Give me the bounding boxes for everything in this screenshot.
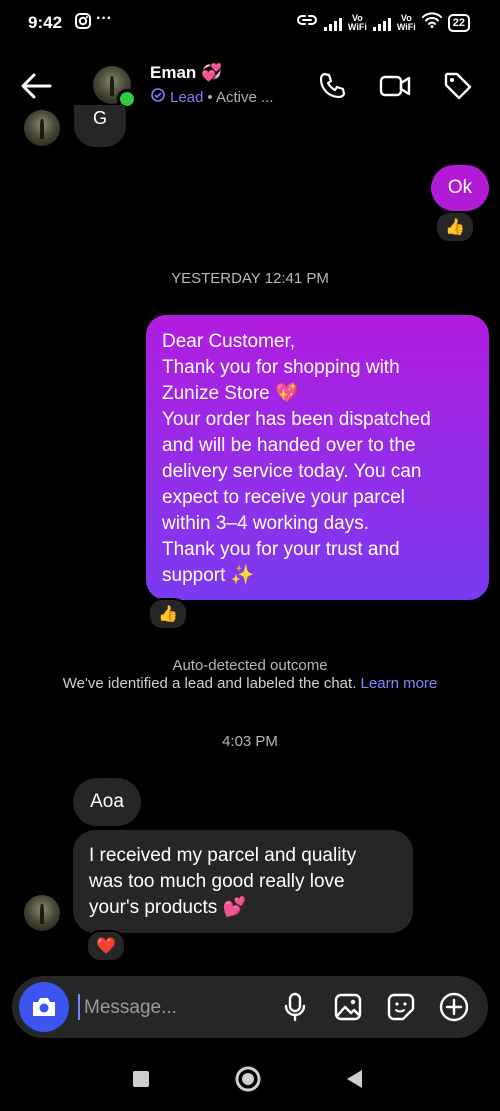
vowifi-icon-2: Vo WiFi [396, 12, 416, 32]
message-line: Thank you for your trust and [162, 539, 400, 560]
video-call-button[interactable] [377, 68, 413, 104]
text-cursor [78, 994, 80, 1020]
lead-label-icon [150, 87, 166, 107]
video-camera-icon [379, 75, 411, 97]
sticker-button[interactable] [383, 989, 419, 1025]
signal-icon [323, 15, 342, 31]
heart-icon: ❤️ [96, 938, 116, 955]
message-line: delivery service today. You can [162, 461, 422, 482]
notice-text: We've identified a lead and labeled the … [62, 675, 357, 692]
status-icons: Vo WiFi Vo WiFi 22 [296, 12, 470, 33]
back-button[interactable] [16, 66, 56, 106]
auto-detected-notice: We've identified a lead and labeled the … [0, 675, 500, 692]
more-options-button[interactable] [436, 989, 472, 1025]
vowifi-icon: Vo WiFi [347, 12, 367, 32]
back-arrow-icon [21, 73, 52, 99]
outgoing-message-bubble[interactable]: Ok [431, 165, 489, 211]
message-line: and will be handed over to the [162, 435, 416, 456]
reaction-badge[interactable]: 👍 [435, 211, 475, 243]
contact-name[interactable]: Eman 💞 [150, 63, 222, 83]
contact-avatar-small[interactable] [24, 110, 60, 146]
battery-icon: 22 [447, 13, 470, 32]
message-line: Thank you for shopping with [162, 357, 400, 378]
incoming-message-bubble[interactable]: I received my parcel and quality was too… [73, 830, 413, 933]
status-time: 9:42 [28, 13, 63, 32]
time-separator: 4:03 PM [222, 733, 278, 750]
incoming-message-bubble[interactable]: G [74, 105, 126, 147]
message-line: was too much good really love [89, 871, 345, 892]
call-button[interactable] [314, 68, 350, 104]
message-text: G [92, 108, 107, 128]
gallery-icon [334, 993, 362, 1021]
message-line: I received my parcel and quality [89, 845, 357, 866]
plus-circle-icon [439, 992, 469, 1022]
date-separator: YESTERDAY 12:41 PM [171, 270, 329, 287]
phone-icon [319, 72, 346, 99]
message-input[interactable] [82, 990, 266, 1026]
status-bar: 9:42 ··· Vo WiFi Vo WiFi 22 [0, 0, 500, 48]
home-circle-icon [235, 1066, 261, 1092]
message-line: support ✨ [162, 565, 255, 586]
message-line: your's products 💕 [89, 897, 247, 918]
message-line: within 3–4 working days. [162, 513, 369, 534]
home-button[interactable] [230, 1061, 266, 1097]
outgoing-message-bubble[interactable]: Dear Customer, Thank you for shopping wi… [146, 315, 489, 600]
message-text: Ok [447, 177, 473, 198]
signal-icon-2 [372, 15, 391, 31]
more-notifications-icon: ··· [96, 10, 112, 27]
instagram-notification-icon [74, 12, 92, 35]
message-line: Zunize Store 💖 [162, 383, 299, 404]
lead-label: Lead [170, 88, 204, 106]
reaction-badge[interactable]: 👍 [148, 598, 188, 630]
sticker-icon [387, 993, 415, 1021]
link-icon [296, 12, 318, 33]
gallery-button[interactable] [330, 989, 366, 1025]
active-status: • Active ... [207, 88, 274, 106]
back-nav-button[interactable] [337, 1061, 373, 1097]
message-line: Dear Customer, [162, 331, 296, 352]
lead-status-row[interactable]: Lead • Active ... [150, 87, 273, 107]
wifi-icon [421, 12, 442, 33]
thumbs-up-icon: 👍 [158, 606, 178, 623]
reaction-badge[interactable]: ❤️ [86, 930, 126, 962]
auto-detected-title: Auto-detected outcome [172, 657, 328, 674]
incoming-message-bubble[interactable]: Aoa [73, 778, 141, 826]
square-icon [133, 1071, 149, 1087]
voice-message-button[interactable] [277, 989, 313, 1025]
camera-button[interactable] [19, 982, 69, 1032]
tag-icon [444, 72, 472, 100]
message-line: Your order has been dispatched [162, 409, 431, 430]
message-text: Aoa [90, 791, 124, 812]
label-button[interactable] [440, 68, 476, 104]
thumbs-up-icon: 👍 [445, 219, 465, 236]
recent-apps-button[interactable] [123, 1061, 159, 1097]
triangle-back-icon [347, 1070, 362, 1088]
message-line: expect to receive your parcel [162, 487, 405, 508]
camera-icon [33, 998, 55, 1016]
learn-more-link[interactable]: Learn more [361, 675, 438, 692]
microphone-icon [284, 992, 306, 1022]
contact-avatar-small[interactable] [24, 895, 60, 931]
